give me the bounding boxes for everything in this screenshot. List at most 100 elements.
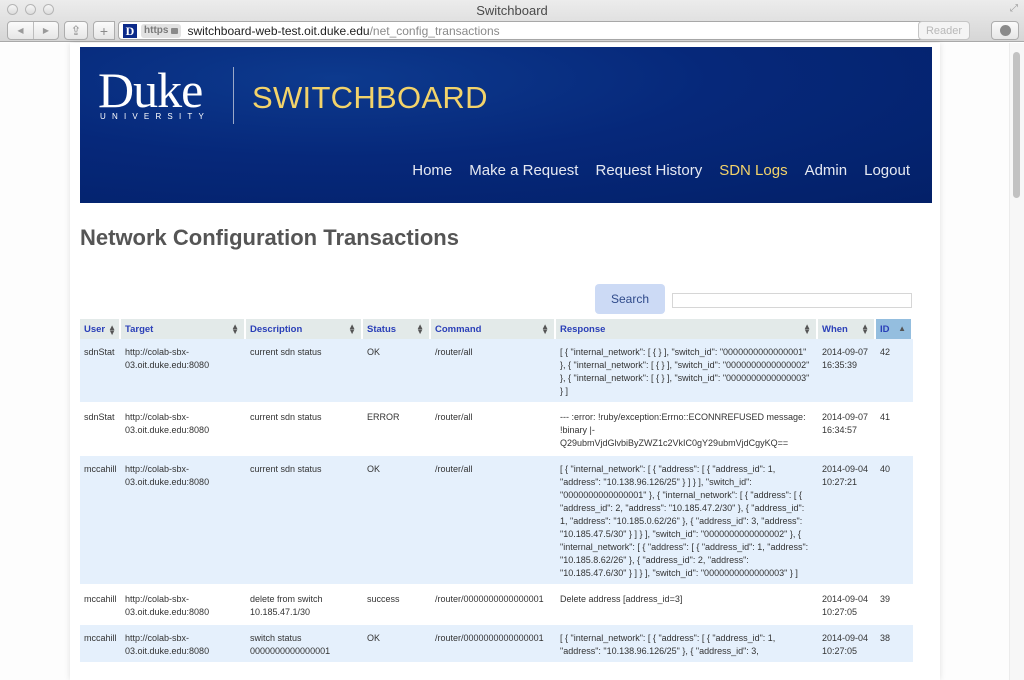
cell-target: http://colab-sbx-03.oit.duke.edu:8080 (121, 404, 246, 456)
cell-command: /router/0000000000000001 (431, 625, 556, 664)
cell-target: http://colab-sbx-03.oit.duke.edu:8080 (121, 586, 246, 625)
cell-target: http://colab-sbx-03.oit.duke.edu:8080 (121, 456, 246, 586)
cell-id: 41 (876, 404, 913, 456)
cell-user: mccahill (80, 586, 121, 625)
cell-target: http://colab-sbx-03.oit.duke.edu:8080 (121, 625, 246, 664)
cell-description: delete from switch 10.185.47.1/30 (246, 586, 363, 625)
nav-admin[interactable]: Admin (805, 162, 848, 179)
reader-button[interactable]: Reader (918, 21, 970, 40)
cell-command: /router/all (431, 339, 556, 404)
column-header-response[interactable]: Response ▲ ▼ (556, 319, 818, 339)
app-brand[interactable]: SWITCHBOARD (252, 80, 488, 116)
sort-both-icon: ▲ ▼ (541, 322, 549, 336)
table-row: sdnStat http://colab-sbx-03.oit.duke.edu:… (80, 404, 913, 456)
page-title: Network Configuration Transactions (80, 225, 459, 250)
cell-target: http://colab-sbx-03.oit.duke.edu:8080 (121, 339, 246, 404)
cell-id: 42 (876, 339, 913, 404)
cell-user: sdnStat (80, 404, 121, 456)
history-nav: ◀ ▶ (7, 21, 59, 40)
downloads-button[interactable] (991, 21, 1019, 40)
cell-response: --- :error: !ruby/exception:Errno::ECONN… (556, 404, 818, 456)
https-badge: https (141, 23, 182, 38)
sort-ascending-icon: ▲ (898, 324, 906, 333)
back-button[interactable]: ◀ (8, 22, 33, 39)
lock-icon (171, 27, 179, 34)
add-bookmark-button[interactable]: + (93, 21, 115, 40)
vertical-scrollbar[interactable] (1009, 43, 1024, 680)
nav-home[interactable]: Home (412, 162, 452, 179)
cell-when: 2014-09-07 16:34:57 (818, 404, 876, 456)
cell-status: OK (363, 456, 431, 586)
column-header-status[interactable]: Status ▲ ▼ (363, 319, 431, 339)
url-path: /net_config_transactions (369, 23, 500, 38)
column-header-target[interactable]: Target ▲ ▼ (121, 319, 246, 339)
cell-response: [ { "internal_network": [ { "address": [… (556, 625, 818, 664)
cell-response: [ { "internal_network": [ { "address": [… (556, 456, 818, 586)
cell-when: 2014-09-04 10:27:05 (818, 586, 876, 625)
column-header-user[interactable]: User ▲ ▼ (80, 319, 121, 339)
column-header-when[interactable]: When ▲ ▼ (818, 319, 876, 339)
fullscreen-icon[interactable]: ⤢ (1010, 3, 1018, 14)
cell-user: mccahill (80, 456, 121, 586)
page-viewport: Duke UNIVERSITY SWITCHBOARD Home Make a … (0, 43, 1024, 680)
forward-button[interactable]: ▶ (33, 22, 58, 39)
site-favicon-icon: D (123, 23, 137, 38)
cell-command: /router/0000000000000001 (431, 586, 556, 625)
table-header-row: User ▲ ▼ Target ▲ ▼ Description ▲ ▼ Status ▲ ▼ C… (80, 319, 913, 339)
logo-divider (233, 67, 234, 124)
cell-id: 39 (876, 586, 913, 625)
column-header-command[interactable]: Command ▲ ▼ (431, 319, 556, 339)
nav-logout[interactable]: Logout (864, 162, 910, 179)
address-bar[interactable]: + D https switchboard-web-test.oit.duke.… (93, 21, 956, 40)
table-row: mccahill http://colab-sbx-03.oit.duke.edu… (80, 586, 913, 625)
table-row: mccahill http://colab-sbx-03.oit.duke.edu… (80, 456, 913, 586)
cell-command: /router/all (431, 404, 556, 456)
cell-response: [ { "internal_network": [ { } ], "switch… (556, 339, 818, 404)
url-scheme: https (144, 24, 169, 36)
table-row: sdnStat http://colab-sbx-03.oit.duke.edu:… (80, 339, 913, 404)
cell-description: current sdn status (246, 404, 363, 456)
window-title: Switchboard (476, 3, 548, 18)
table-body: sdnStat http://colab-sbx-03.oit.duke.edu:… (80, 339, 913, 664)
nav-make-a-request[interactable]: Make a Request (469, 162, 578, 179)
share-icon: ⇪ (70, 22, 82, 38)
sort-both-icon: ▲ ▼ (231, 322, 239, 336)
sort-both-icon: ▲ ▼ (108, 323, 116, 337)
cell-user: sdnStat (80, 339, 121, 404)
download-icon (999, 25, 1011, 36)
cell-status: OK (363, 625, 431, 664)
share-button[interactable]: ⇪ (64, 21, 88, 40)
nav-request-history[interactable]: Request History (595, 162, 702, 179)
sort-both-icon: ▲ ▼ (348, 322, 356, 336)
scrollbar-thumb[interactable] (1013, 52, 1020, 198)
cell-status: ERROR (363, 404, 431, 456)
column-header-id[interactable]: ID ▲ (876, 319, 913, 339)
column-header-description[interactable]: Description ▲ ▼ (246, 319, 363, 339)
nav-sdn-logs[interactable]: SDN Logs (719, 162, 787, 179)
cell-when: 2014-09-04 10:27:05 (818, 625, 876, 664)
sort-both-icon: ▲ ▼ (803, 322, 811, 336)
sort-both-icon: ▲ ▼ (416, 322, 424, 336)
cell-when: 2014-09-07 16:35:39 (818, 339, 876, 404)
duke-logo-subtext: UNIVERSITY (100, 112, 211, 121)
table-row: mccahill http://colab-sbx-03.oit.duke.edu… (80, 625, 913, 664)
search-input[interactable] (672, 293, 912, 308)
cell-when: 2014-09-04 10:27:21 (818, 456, 876, 586)
cell-description: current sdn status (246, 456, 363, 586)
cell-id: 40 (876, 456, 913, 586)
cell-status: success (363, 586, 431, 625)
url-host: switchboard-web-test.oit.duke.edu (187, 23, 370, 38)
cell-description: current sdn status (246, 339, 363, 404)
browser-toolbar: Switchboard ⤢ ◀ ▶ ⇪ + D https switchboar… (0, 0, 1024, 42)
page-container: Duke UNIVERSITY SWITCHBOARD Home Make a … (70, 43, 940, 680)
sort-both-icon: ▲ ▼ (861, 322, 869, 336)
cell-response: Delete address [address_id=3] (556, 586, 818, 625)
cell-description: switch status 0000000000000001 (246, 625, 363, 664)
main-nav: Home Make a Request Request History SDN … (412, 162, 910, 179)
search-button[interactable]: Search (595, 284, 665, 314)
duke-logo[interactable]: Duke (98, 65, 203, 115)
site-header: Duke UNIVERSITY SWITCHBOARD Home Make a … (80, 47, 932, 203)
cell-id: 38 (876, 625, 913, 664)
cell-status: OK (363, 339, 431, 404)
transactions-table: User ▲ ▼ Target ▲ ▼ Description ▲ ▼ Status ▲ ▼ C… (80, 319, 913, 664)
